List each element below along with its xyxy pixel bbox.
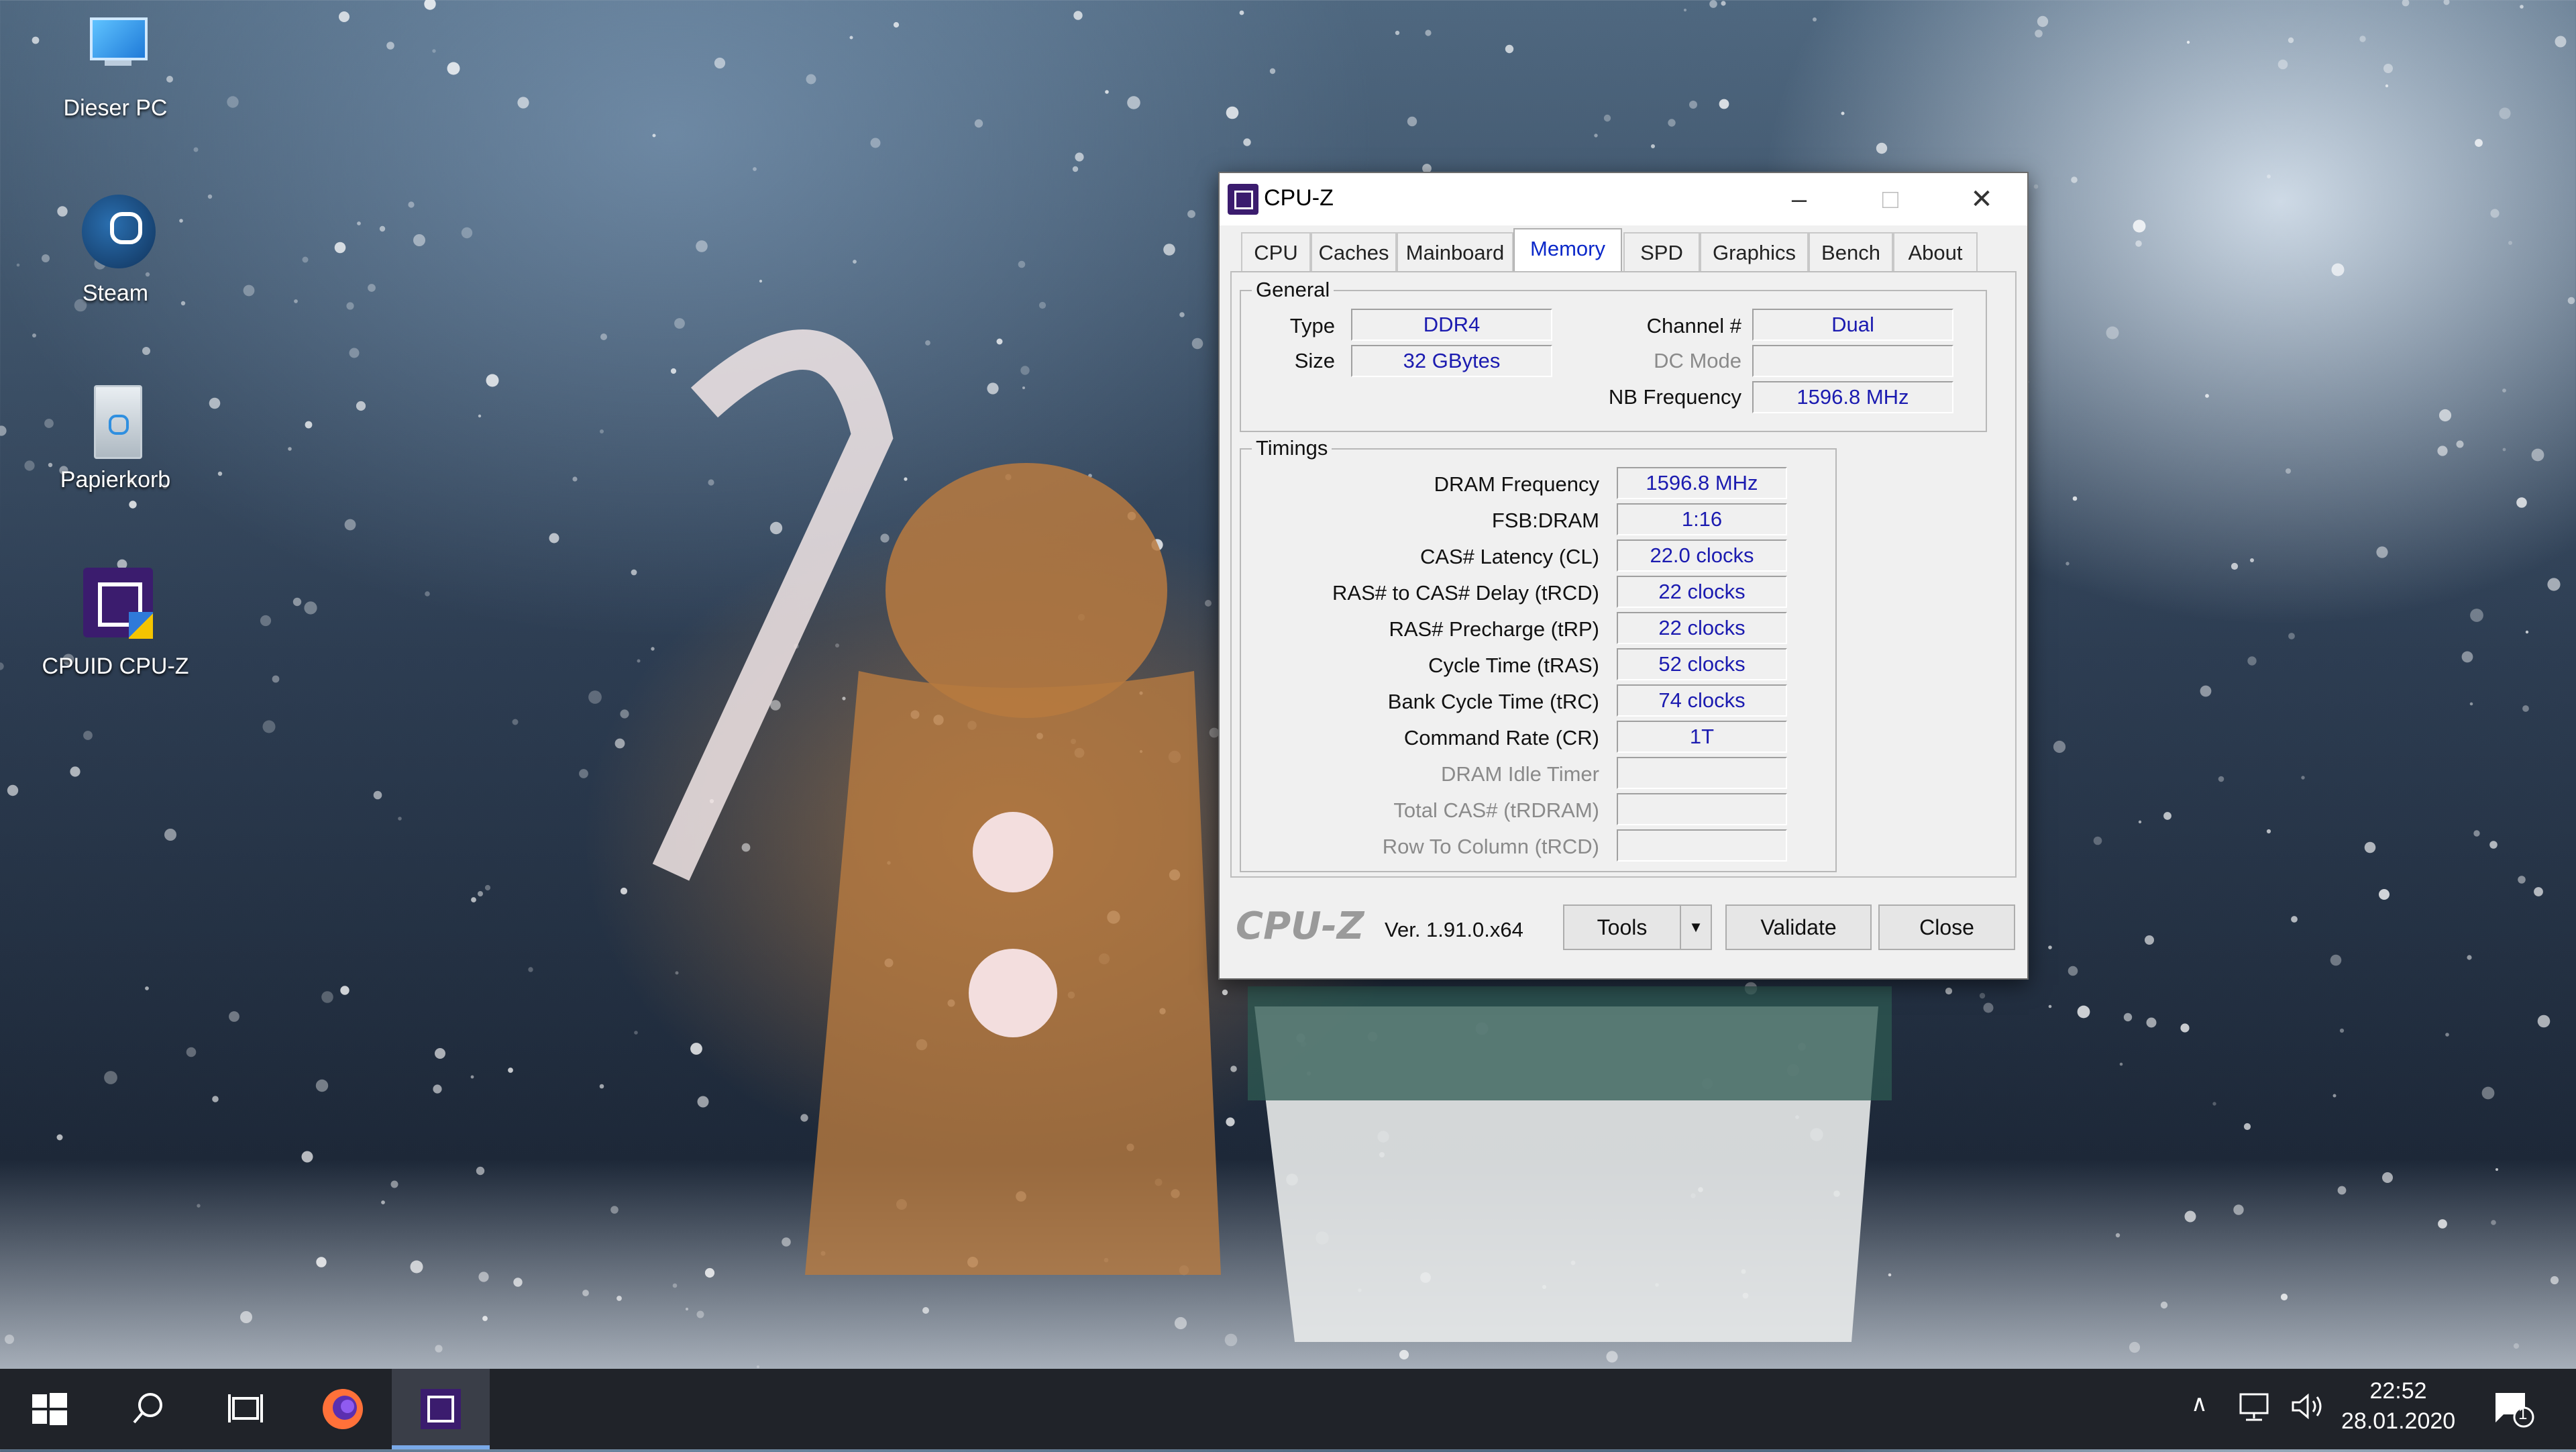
clock[interactable]: 22:52 28.01.2020: [2341, 1378, 2455, 1435]
notification-count: 1: [2518, 1405, 2528, 1423]
timing-label-trc: Bank Cycle Time (tRC): [1387, 690, 1599, 713]
general-group: General Type DDR4 Size 32 GBytes Channel…: [1240, 278, 1987, 432]
timing-label-trcd: RAS# to CAS# Delay (tRCD): [1332, 581, 1599, 605]
timings-group-label: Timings: [1252, 436, 1332, 460]
timing-value-fsb-dram: 1:16: [1617, 503, 1787, 535]
volume-icon[interactable]: [2289, 1390, 2326, 1429]
taskbar: ∧ 22:52 28.01.2020 1: [0, 1369, 2576, 1449]
cpuz-icon: [75, 568, 156, 648]
firefox-icon: [323, 1389, 363, 1429]
windows-logo-icon: [32, 1393, 67, 1425]
timing-label-fsb-dram: FSB:DRAM: [1491, 509, 1599, 532]
size-label: Size: [1294, 349, 1335, 372]
timing-label-trp: RAS# Precharge (tRP): [1389, 617, 1599, 641]
desktop-icon-label: Steam: [82, 280, 149, 306]
tab-mainboard[interactable]: Mainboard: [1397, 232, 1513, 272]
close-window-button[interactable]: ✕: [1936, 173, 2027, 225]
task-view-icon: [228, 1394, 263, 1422]
show-hidden-icons-button[interactable]: ∧: [2191, 1390, 2208, 1417]
dcmode-value: [1752, 345, 1953, 377]
version-text: Ver. 1.91.0.x64: [1385, 918, 1523, 941]
timing-value-dram-idle-timer: [1617, 757, 1787, 789]
desktop-icon-recycle-bin[interactable]: Papierkorb: [21, 381, 209, 493]
search-button[interactable]: [98, 1369, 196, 1449]
window-footer: CPU-Z Ver. 1.91.0.x64 Tools ▼ Validate C…: [1230, 888, 2015, 962]
timing-value-row-to-column: [1617, 829, 1787, 862]
size-value: 32 GBytes: [1351, 345, 1552, 377]
tab-memory[interactable]: Memory: [1513, 228, 1622, 274]
maximize-button: □: [1882, 185, 1899, 214]
tools-button[interactable]: Tools: [1563, 904, 1681, 950]
start-button[interactable]: [0, 1369, 98, 1449]
tab-caches[interactable]: Caches: [1311, 232, 1397, 272]
timing-label-tras: Cycle Time (tRAS): [1428, 654, 1599, 677]
task-view-button[interactable]: [196, 1369, 294, 1449]
close-button[interactable]: Close: [1878, 904, 2015, 950]
timing-label-total-cas: Total CAS# (tRDRAM): [1393, 798, 1599, 822]
notification-icon: [2496, 1393, 2534, 1428]
steam-icon: [75, 195, 156, 275]
timing-label-row-to-column: Row To Column (tRCD): [1382, 835, 1599, 858]
desktop-icon-label: Papierkorb: [60, 467, 171, 492]
desktop-icon-cpuz[interactable]: CPUID CPU-Z: [21, 568, 209, 680]
monitor-icon: [75, 9, 156, 90]
cpuz-logo: CPU-Z: [1236, 904, 1364, 948]
timing-label-cas-latency: CAS# Latency (CL): [1419, 545, 1599, 568]
timing-value-cas-latency: 22.0 clocks: [1617, 539, 1787, 572]
timing-value-trc: 74 clocks: [1617, 684, 1787, 717]
timing-value-trp: 22 clocks: [1617, 612, 1787, 644]
cpuz-window: CPU-Z – □ ✕ CPU Caches Mainboard Memory …: [1218, 172, 2029, 980]
timing-label-command-rate: Command Rate (CR): [1403, 726, 1599, 749]
type-value: DDR4: [1351, 309, 1552, 341]
tab-spd[interactable]: SPD: [1623, 232, 1700, 272]
desktop-icon-steam[interactable]: Steam: [21, 195, 209, 307]
timing-label-dram-frequency: DRAM Frequency: [1434, 472, 1599, 496]
action-center-button[interactable]: 1: [2490, 1388, 2537, 1431]
timings-group: Timings DRAM Frequency 1596.8 MHz FSB:DR…: [1240, 436, 1837, 872]
clock-date: 28.01.2020: [2341, 1408, 2456, 1434]
minimize-button[interactable]: –: [1754, 173, 1845, 225]
firefox-taskbar-button[interactable]: [294, 1369, 392, 1449]
tools-dropdown-button[interactable]: ▼: [1680, 904, 1712, 950]
timing-label-dram-idle-timer: DRAM Idle Timer: [1441, 762, 1599, 786]
timing-value-trcd: 22 clocks: [1617, 576, 1787, 608]
timing-value-total-cas: [1617, 793, 1787, 825]
window-title: CPU-Z: [1264, 185, 1334, 211]
timing-value-command-rate: 1T: [1617, 721, 1787, 753]
desktop-icon-label: Dieser PC: [63, 95, 168, 121]
desktop-icon-this-pc[interactable]: Dieser PC: [21, 9, 209, 121]
tab-cpu[interactable]: CPU: [1241, 232, 1311, 272]
network-icon[interactable]: [2238, 1390, 2275, 1429]
dcmode-label: DC Mode: [1654, 349, 1741, 372]
clock-time: 22:52: [2369, 1378, 2427, 1404]
nb-frequency-label: NB Frequency: [1608, 385, 1741, 409]
cpuz-icon: [421, 1389, 461, 1429]
general-group-label: General: [1252, 278, 1334, 302]
validate-button[interactable]: Validate: [1725, 904, 1872, 950]
cpuz-taskbar-button[interactable]: [392, 1369, 490, 1449]
title-bar[interactable]: CPU-Z – □ ✕: [1220, 173, 2027, 225]
recycle-bin-icon: [75, 381, 156, 462]
tab-about[interactable]: About: [1893, 232, 1978, 272]
search-icon: [133, 1393, 162, 1424]
type-label: Type: [1289, 314, 1335, 338]
nb-frequency-value: 1596.8 MHz: [1752, 381, 1953, 413]
tab-graphics[interactable]: Graphics: [1700, 232, 1809, 272]
cpuz-app-icon: [1228, 184, 1258, 215]
memory-panel: General Type DDR4 Size 32 GBytes Channel…: [1230, 271, 2017, 878]
timing-value-tras: 52 clocks: [1617, 648, 1787, 680]
channel-value: Dual: [1752, 309, 1953, 341]
channel-label: Channel #: [1646, 314, 1741, 338]
timing-value-dram-frequency: 1596.8 MHz: [1617, 467, 1787, 499]
tab-bench[interactable]: Bench: [1809, 232, 1893, 272]
desktop-icon-label: CPUID CPU-Z: [42, 654, 189, 679]
